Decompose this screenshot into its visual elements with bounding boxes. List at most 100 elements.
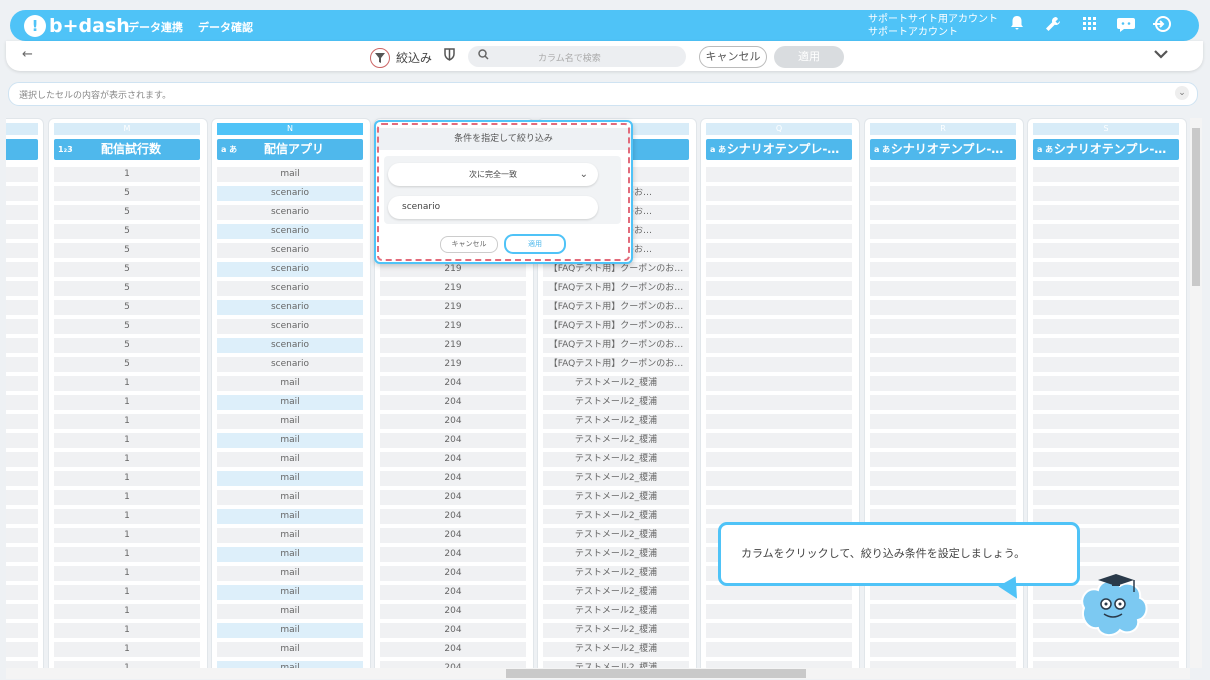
table-cell[interactable]: mail (217, 471, 363, 486)
table-cell[interactable]: scenario (217, 319, 363, 334)
table-cell[interactable] (870, 623, 1016, 638)
table-cell[interactable] (1033, 490, 1179, 505)
table-cell[interactable] (1033, 452, 1179, 467)
table-cell[interactable]: 【FAQテスト用】クーポンのお… (543, 319, 689, 334)
bell-icon[interactable] (1006, 15, 1028, 37)
table-cell[interactable]: 5 (54, 338, 200, 353)
table-cell[interactable]: mail (217, 642, 363, 657)
column-m[interactable]: M 1₂3 配信試行数 1 5 5 5 5 5 5 5 5 5 5 1 1 1 1 1 1 1 1 1 1 1 1 1 1 1 1 (48, 118, 208, 668)
table-cell[interactable]: 204 (380, 433, 526, 448)
table-cell[interactable]: 204 (380, 471, 526, 486)
table-cell[interactable] (870, 471, 1016, 486)
table-cell[interactable] (1033, 300, 1179, 315)
filter-clear-icon[interactable] (444, 48, 455, 65)
table-cell[interactable] (870, 414, 1016, 429)
table-cell[interactable] (706, 471, 852, 486)
table-cell[interactable] (870, 357, 1016, 372)
table-cell[interactable] (1033, 661, 1179, 668)
table-cell[interactable]: 1 (54, 376, 200, 391)
table-cell[interactable]: 【FAQテスト用】クーポンのお… (543, 300, 689, 315)
table-cell[interactable] (706, 642, 852, 657)
table-cell[interactable] (1033, 471, 1179, 486)
filter-icon[interactable] (370, 48, 390, 68)
table-cell[interactable]: 1 (54, 547, 200, 562)
table-cell[interactable] (1033, 224, 1179, 239)
table-cell[interactable] (6, 224, 38, 239)
table-cell[interactable] (870, 243, 1016, 258)
table-cell[interactable]: 5 (54, 186, 200, 201)
horizontal-scroll-thumb[interactable] (506, 669, 806, 678)
column-header[interactable]: a あ シナリオテンプレ-… (870, 139, 1016, 160)
table-cell[interactable] (1033, 167, 1179, 182)
table-cell[interactable]: 【FAQテスト用】クーポンのお… (543, 281, 689, 296)
table-cell[interactable]: テストメール2_榎浦 (543, 585, 689, 600)
table-cell[interactable]: 219 (380, 319, 526, 334)
table-cell[interactable] (870, 585, 1016, 600)
table-cell[interactable] (706, 604, 852, 619)
table-cell[interactable] (6, 433, 38, 448)
back-arrow-icon[interactable]: ← (22, 47, 33, 62)
table-cell[interactable] (6, 300, 38, 315)
table-cell[interactable]: 5 (54, 262, 200, 277)
table-cell[interactable]: 1 (54, 433, 200, 448)
table-cell[interactable]: scenario (217, 338, 363, 353)
table-cell[interactable]: 219 (380, 262, 526, 277)
cancel-button[interactable]: キャンセル (699, 46, 767, 68)
table-cell[interactable]: 219 (380, 357, 526, 372)
column-header[interactable]: a あ 配信アプリ (217, 139, 363, 160)
table-cell[interactable]: 219 (380, 281, 526, 296)
apply-button[interactable]: 適用 (774, 46, 844, 68)
table-cell[interactable]: mail (217, 623, 363, 638)
table-cell[interactable] (706, 376, 852, 391)
table-cell[interactable]: mail (217, 395, 363, 410)
table-cell[interactable]: 5 (54, 224, 200, 239)
table-cell[interactable] (870, 205, 1016, 220)
table-cell[interactable] (706, 414, 852, 429)
table-cell[interactable]: 5 (54, 205, 200, 220)
table-cell[interactable] (6, 243, 38, 258)
table-cell[interactable]: 204 (380, 395, 526, 410)
table-cell[interactable] (706, 338, 852, 353)
table-cell[interactable] (870, 661, 1016, 668)
table-cell[interactable] (6, 604, 38, 619)
table-cell[interactable]: テストメール2_榎浦 (543, 471, 689, 486)
table-cell[interactable]: 1 (54, 471, 200, 486)
table-cell[interactable]: 1 (54, 604, 200, 619)
table-cell[interactable] (6, 338, 38, 353)
table-cell[interactable]: scenario (217, 224, 363, 239)
match-type-select[interactable]: 次に完全一致 ⌄ (388, 163, 598, 186)
column-header[interactable]: a あ シナリオテンプレ-… (706, 139, 852, 160)
table-cell[interactable]: scenario (217, 281, 363, 296)
table-cell[interactable]: 1 (54, 452, 200, 467)
table-cell[interactable]: 1 (54, 528, 200, 543)
table-cell[interactable]: テストメール2_榎浦 (543, 376, 689, 391)
table-cell[interactable]: テストメール2_榎浦 (543, 490, 689, 505)
table-cell[interactable] (706, 661, 852, 668)
table-cell[interactable] (870, 376, 1016, 391)
table-cell[interactable] (706, 243, 852, 258)
table-cell[interactable]: テストメール2_榎浦 (543, 414, 689, 429)
table-cell[interactable]: 219 (380, 300, 526, 315)
table-cell[interactable] (6, 167, 38, 182)
table-cell[interactable] (6, 395, 38, 410)
table-cell[interactable] (870, 186, 1016, 201)
table-cell[interactable]: 204 (380, 490, 526, 505)
table-cell[interactable]: 1 (54, 395, 200, 410)
column-l[interactable] (6, 118, 44, 668)
table-cell[interactable]: scenario (217, 205, 363, 220)
column-header[interactable] (6, 139, 38, 160)
table-cell[interactable] (6, 528, 38, 543)
table-cell[interactable]: 【FAQテスト用】クーポンのお… (543, 262, 689, 277)
column-header[interactable]: 1₂3 配信試行数 (54, 139, 200, 160)
table-cell[interactable]: 1 (54, 623, 200, 638)
column-n[interactable]: N a あ 配信アプリ mail scenario scenario scenario… (211, 118, 371, 668)
table-cell[interactable] (6, 376, 38, 391)
table-cell[interactable]: 204 (380, 528, 526, 543)
table-cell[interactable]: mail (217, 604, 363, 619)
table-cell[interactable]: 204 (380, 642, 526, 657)
table-cell[interactable]: 204 (380, 414, 526, 429)
table-cell[interactable] (1033, 642, 1179, 657)
table-cell[interactable] (870, 281, 1016, 296)
table-cell[interactable] (706, 357, 852, 372)
table-cell[interactable] (6, 661, 38, 668)
